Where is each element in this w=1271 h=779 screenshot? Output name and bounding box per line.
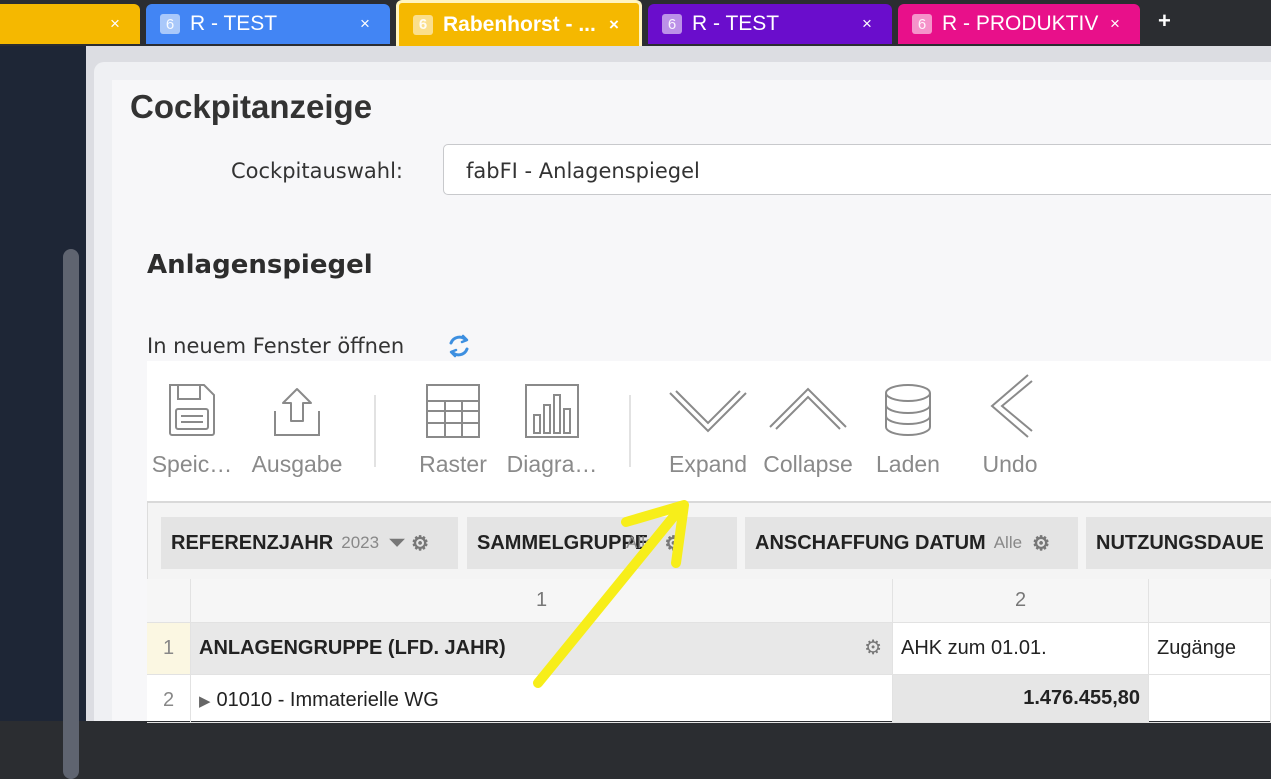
left-sidebar xyxy=(0,46,86,779)
filter-value: 2023 xyxy=(341,533,380,552)
close-icon[interactable]: × xyxy=(603,15,625,35)
value-cell-ahk[interactable]: 1.476.455,80 xyxy=(893,675,1149,723)
toolbar-divider xyxy=(374,395,376,467)
chart-button[interactable]: Diagra… xyxy=(499,381,605,478)
tab-label: R - TEST xyxy=(692,12,780,35)
value-header-zugaenge: Zugänge xyxy=(1149,623,1271,675)
expand-row-icon[interactable]: ▶ xyxy=(199,693,211,710)
upload-icon xyxy=(274,388,320,436)
refresh-icon[interactable] xyxy=(446,333,472,359)
filter-label: NUTZUNGSDAUE xyxy=(1096,531,1264,554)
favicon-icon: 6 xyxy=(662,14,682,34)
output-label: Ausgabe xyxy=(251,451,343,477)
gear-icon[interactable]: ⚙ xyxy=(1032,531,1050,556)
output-button[interactable]: Ausgabe xyxy=(247,381,347,478)
open-new-window-link[interactable]: In neuem Fenster öffnen xyxy=(147,334,404,358)
database-icon xyxy=(885,384,931,436)
close-icon[interactable]: × xyxy=(1104,14,1126,34)
tab-label: Rabenhorst - ... xyxy=(443,12,596,36)
close-icon[interactable]: × xyxy=(856,14,878,34)
pivot-toolbar: Speic… Ausgabe Raster Diagra… Expand Col… xyxy=(147,361,1271,501)
new-tab-button[interactable]: + xyxy=(1158,8,1171,34)
scrollbar[interactable] xyxy=(63,249,79,779)
collapse-button[interactable]: Collapse xyxy=(759,381,857,478)
filter-value: Alle xyxy=(993,533,1023,552)
pivot-grid: REFERENZJAHR 2023 ⏷ ⚙ SAMMELGRUPPE Alle … xyxy=(147,501,1271,723)
column-header-3[interactable] xyxy=(1149,579,1271,623)
save-icon xyxy=(169,384,215,436)
tab-0[interactable]: × xyxy=(0,4,140,44)
bar-chart-icon xyxy=(525,384,579,438)
table-row-label[interactable]: ▶ 01010 - Immaterielle WG xyxy=(191,675,893,723)
column-header-1[interactable]: 1 xyxy=(191,579,893,623)
corner-cell xyxy=(147,579,191,623)
value-header-ahk: AHK zum 01.01. xyxy=(893,623,1149,675)
undo-label: Undo xyxy=(982,451,1038,477)
grid-label: Raster xyxy=(419,451,487,477)
row-group-label: ANLAGENGRUPPE (LFD. JAHR) xyxy=(199,637,506,659)
expand-label: Expand xyxy=(668,451,747,477)
filter-chip-referenzjahr[interactable]: REFERENZJAHR 2023 ⏷ ⚙ xyxy=(161,517,458,569)
load-button[interactable]: Laden xyxy=(869,381,947,478)
chevron-left-icon xyxy=(990,374,1033,438)
favicon-icon: 6 xyxy=(912,14,932,34)
collapse-label: Collapse xyxy=(763,451,853,477)
gear-icon[interactable]: ⚙ xyxy=(664,531,682,556)
tab-label: R - PRODUKTIV xyxy=(942,12,1099,35)
tab-label: R - TEST xyxy=(190,12,278,35)
expand-button[interactable]: Expand xyxy=(663,381,753,478)
cockpit-select[interactable]: fabFI - Anlagenspiegel xyxy=(443,144,1271,195)
chevron-up-icon xyxy=(769,387,847,430)
section-title: Anlagenspiegel xyxy=(147,250,373,280)
row-header-2[interactable]: 2 xyxy=(147,675,191,723)
filter-icon[interactable]: ⏷ xyxy=(389,532,405,555)
column-header-2[interactable]: 2 xyxy=(893,579,1149,623)
filter-chip-nutzungsdauer[interactable]: NUTZUNGSDAUE xyxy=(1086,517,1271,569)
filter-chip-sammelgruppe[interactable]: SAMMELGRUPPE Alle ⚙ xyxy=(467,517,737,569)
filter-label: SAMMELGRUPPE xyxy=(477,531,649,554)
tab-r-test-2[interactable]: 6 R - TEST × xyxy=(648,4,892,44)
grid-icon xyxy=(426,384,480,438)
filter-label: REFERENZJAHR xyxy=(171,531,334,554)
value-cell-zugaenge[interactable] xyxy=(1149,675,1271,723)
filter-value: Alle xyxy=(626,533,655,552)
cockpit-select-label: Cockpitauswahl: xyxy=(231,159,403,183)
favicon-icon: 6 xyxy=(160,14,180,34)
filter-label: ANSCHAFFUNG DATUM xyxy=(755,531,986,554)
row-label: 01010 - Immaterielle WG xyxy=(216,689,439,711)
row-group-header: ANLAGENGRUPPE (LFD. JAHR) ⚙ xyxy=(191,623,893,675)
tab-r-produktiv[interactable]: 6 R - PRODUKTIV × xyxy=(898,4,1140,44)
chart-label: Diagra… xyxy=(506,451,598,477)
save-button[interactable]: Speic… xyxy=(147,381,237,478)
undo-button[interactable]: Undo xyxy=(973,373,1047,478)
close-icon[interactable]: × xyxy=(104,14,126,34)
grid-button[interactable]: Raster xyxy=(413,381,493,478)
filter-chip-anschaffung-datum[interactable]: ANSCHAFFUNG DATUM Alle ⚙ xyxy=(745,517,1078,569)
toolbar-divider xyxy=(629,395,631,467)
tab-r-test-1[interactable]: 6 R - TEST × xyxy=(146,4,390,44)
load-label: Laden xyxy=(876,451,940,477)
row-header-1[interactable]: 1 xyxy=(147,623,191,675)
page-title: Cockpitanzeige xyxy=(130,88,373,125)
save-label: Speic… xyxy=(151,451,233,477)
chevron-down-icon xyxy=(669,390,747,433)
favicon-icon: 6 xyxy=(413,14,433,35)
browser-tab-bar: × 6 R - TEST × 6 Rabenhorst - ... × 6 R … xyxy=(0,0,1271,46)
close-icon[interactable]: × xyxy=(354,14,376,34)
tab-rabenhorst[interactable]: 6 Rabenhorst - ... × xyxy=(396,0,642,46)
filter-row: REFERENZJAHR 2023 ⏷ ⚙ SAMMELGRUPPE Alle … xyxy=(147,503,1271,579)
gear-icon[interactable]: ⚙ xyxy=(864,635,882,660)
gear-icon[interactable]: ⚙ xyxy=(411,531,429,556)
